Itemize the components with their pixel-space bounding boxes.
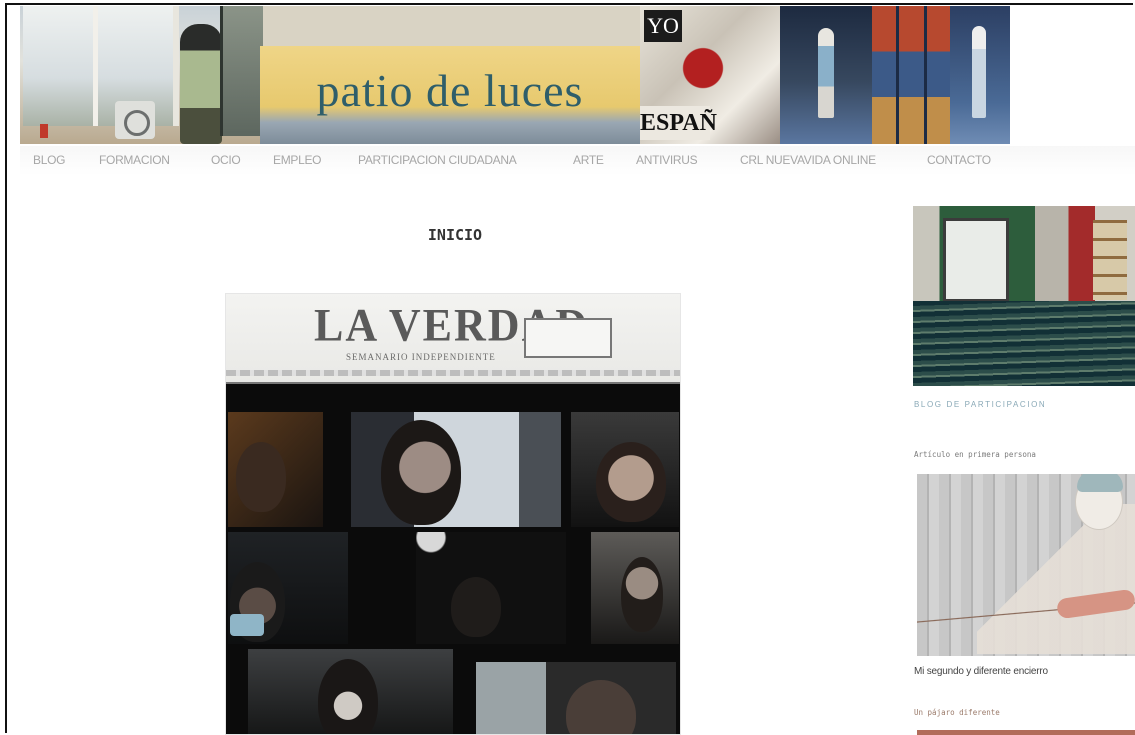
sidebar-image-blog-participacion[interactable] — [913, 206, 1135, 386]
video-tile — [591, 532, 679, 644]
video-tile — [416, 532, 566, 644]
newspaper-masthead: LA VERDAD SEMANARIO INDEPENDIENTE — [226, 294, 680, 384]
banner-woman-figure — [180, 24, 222, 144]
banner-painting-interior — [20, 6, 263, 144]
main-nav: BLOG FORMACION OCIO EMPLEO PARTICIPACION… — [20, 146, 1135, 176]
newspaper-box — [524, 318, 612, 358]
nav-item-crl-nuevavida-online[interactable]: CRL NUEVAVIDA ONLINE — [740, 153, 876, 167]
newspaper-rule — [226, 370, 680, 376]
banner-door — [220, 6, 263, 136]
video-tile — [228, 412, 323, 527]
newspaper-subtitle: SEMANARIO INDEPENDIENTE — [346, 352, 496, 362]
video-tile — [228, 532, 348, 644]
nav-item-blog[interactable]: BLOG — [33, 153, 65, 167]
banner-walker-painting — [780, 6, 872, 144]
nav-item-antivirus[interactable]: ANTIVIRUS — [636, 153, 698, 167]
nav-item-formacion[interactable]: FORMACION — [99, 153, 170, 167]
nav-item-ocio[interactable]: OCIO — [211, 153, 241, 167]
banner-newspaper-collage: YO ESPAÑ — [640, 6, 780, 144]
sidebar-image-pajaro[interactable] — [917, 730, 1135, 735]
sidebar-heading-articulo: Artículo en primera persona — [914, 450, 1036, 459]
banner-washing-machine — [115, 101, 155, 139]
video-tile — [476, 662, 676, 734]
sidebar-heading-pajaro: Un pájaro diferente — [914, 708, 1000, 717]
nav-item-arte[interactable]: ARTE — [573, 153, 604, 167]
banner-window — [23, 6, 179, 126]
sidebar-image-articulo[interactable] — [917, 474, 1135, 656]
site-title[interactable]: patio de luces — [260, 64, 640, 117]
banner-red-object — [40, 124, 48, 138]
sidebar-article-caption[interactable]: Mi segundo y diferente encierro — [914, 666, 1048, 677]
nav-item-contacto[interactable]: CONTACTO — [927, 153, 991, 167]
banner-walker-painting-2 — [950, 6, 1010, 144]
page-title: INICIO — [427, 226, 483, 244]
nav-item-participacion-ciudadana[interactable]: PARTICIPACION CIUDADANA — [358, 153, 517, 167]
video-tile — [248, 649, 453, 734]
featured-image[interactable]: LA VERDAD SEMANARIO INDEPENDIENTE — [225, 293, 681, 735]
video-tile — [351, 412, 561, 527]
video-tile — [571, 412, 679, 527]
banner-windows-collage — [872, 6, 950, 144]
site-banner[interactable]: patio de luces YO ESPAÑ — [20, 6, 1010, 144]
sidebar-link-blog-participacion[interactable]: BLOG DE PARTICIPACION — [914, 400, 1046, 409]
nav-item-empleo[interactable]: EMPLEO — [273, 153, 322, 167]
